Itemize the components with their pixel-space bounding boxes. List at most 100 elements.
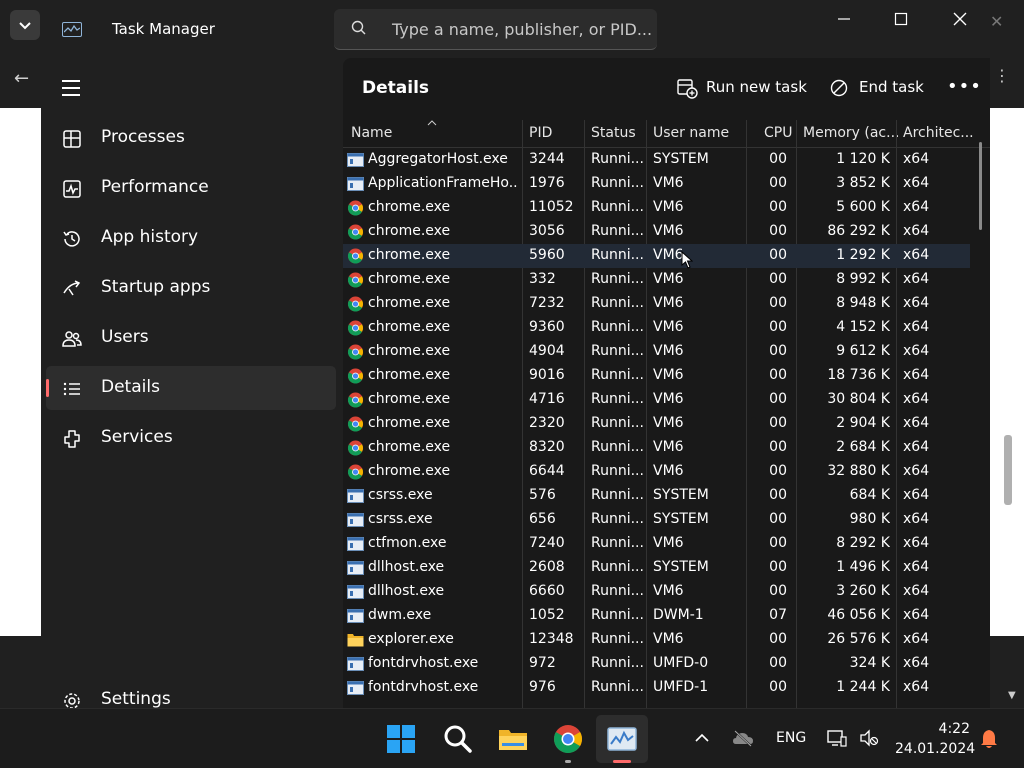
table-row[interactable]: chrome.exe 7232 Runni... VM6 00 8 948 K x64 [343, 292, 970, 316]
table-scrollbar[interactable] [979, 142, 982, 230]
table-row[interactable]: ctfmon.exe 7240 Runni... VM6 00 8 292 K x64 [343, 532, 970, 556]
column-header-user-name[interactable]: User name [653, 125, 729, 141]
end-task-button[interactable]: End task [829, 76, 924, 102]
search-taskbar-icon[interactable] [442, 723, 474, 755]
sidebar-item-performance[interactable]: Performance [46, 166, 336, 210]
title-bar: Task Manager Type a name, publisher, or … [41, 0, 990, 58]
task-manager-taskbar-icon[interactable] [606, 723, 638, 755]
table-row[interactable]: fontdrvhost.exe 972 Runni... UMFD-0 00 324 K x… [343, 652, 970, 676]
scroll-down-icon[interactable]: ▼ [1008, 690, 1016, 701]
column-header-pid[interactable]: PID [529, 125, 552, 141]
network-icon[interactable] [827, 728, 847, 748]
cell-status: Runni... [591, 415, 643, 431]
cell-cpu: 00 [769, 511, 787, 527]
language-indicator[interactable]: ENG [776, 730, 806, 746]
notification-bell-icon[interactable] [979, 728, 999, 750]
chrome-icon [347, 224, 363, 240]
cell-arch: x64 [903, 367, 930, 383]
chevron-down-icon[interactable] [10, 10, 40, 40]
sidebar-item-app-history[interactable]: App history [46, 216, 336, 260]
sidebar-item-users[interactable]: Users [46, 316, 336, 360]
chrome-taskbar-icon[interactable] [552, 723, 584, 755]
sidebar-item-processes[interactable]: Processes [46, 116, 336, 160]
cell-status: Runni... [591, 511, 643, 527]
cell-arch: x64 [903, 487, 930, 503]
maximize-button[interactable] [878, 8, 924, 32]
more-vertical-icon[interactable]: ⋮ [994, 66, 1010, 85]
table-row[interactable]: fontdrvhost.exe 976 Runni... UMFD-1 00 1 244 … [343, 676, 970, 700]
column-header-memory[interactable]: Memory (ac... [803, 125, 899, 141]
table-row[interactable]: explorer.exe 12348 Runni... VM6 00 26 576 K x6… [343, 628, 970, 652]
minimize-button[interactable] [821, 8, 867, 32]
column-header-cpu[interactable]: CPU [764, 125, 792, 141]
table-row[interactable]: ApplicationFrameHo... 1976 Runni... VM6 00 3 … [343, 172, 970, 196]
back-arrow-icon[interactable]: ← [14, 68, 29, 89]
close-icon[interactable]: ✕ [990, 12, 1003, 31]
cell-status: Runni... [591, 343, 643, 359]
column-header-architecture[interactable]: Architec... [903, 125, 974, 141]
file-explorer-icon[interactable] [497, 723, 529, 755]
table-row[interactable]: dwm.exe 1052 Runni... DWM-1 07 46 056 K x64 [343, 604, 970, 628]
cell-mem: 18 736 K [827, 367, 890, 383]
cell-mem: 2 904 K [836, 415, 890, 431]
column-header-status[interactable]: Status [591, 125, 636, 141]
table-row[interactable]: dllhost.exe 6660 Runni... VM6 00 3 260 K x64 [343, 580, 970, 604]
cell-arch: x64 [903, 247, 930, 263]
cell-pid: 3056 [529, 223, 565, 239]
table-row[interactable]: chrome.exe 9016 Runni... VM6 00 18 736 K x64 [343, 364, 970, 388]
table-row[interactable]: csrss.exe 656 Runni... SYSTEM 00 980 K x64 [343, 508, 970, 532]
app-history-icon [63, 231, 80, 247]
more-options-button[interactable]: ••• [947, 76, 982, 97]
volume-muted-icon[interactable] [859, 728, 879, 748]
cell-cpu: 00 [769, 223, 787, 239]
close-button[interactable] [937, 8, 983, 32]
table-row[interactable]: chrome.exe 9360 Runni... VM6 00 4 152 K x64 [343, 316, 970, 340]
sort-ascending-icon [427, 120, 437, 126]
table-row[interactable]: chrome.exe 11052 Runni... VM6 00 5 600 K x64 [343, 196, 970, 220]
cell-user: VM6 [653, 439, 684, 455]
cell-user: SYSTEM [653, 559, 709, 575]
executable-icon [347, 513, 364, 527]
cell-status: Runni... [591, 271, 643, 287]
cell-arch: x64 [903, 415, 930, 431]
clock[interactable]: 4:22 24.01.2024 [895, 719, 975, 759]
table-row[interactable]: chrome.exe 3056 Runni... VM6 00 86 292 K x64 [343, 220, 970, 244]
executable-icon [347, 177, 364, 191]
cell-user: SYSTEM [653, 151, 709, 167]
table-row[interactable]: chrome.exe 6644 Runni... VM6 00 32 880 K x64 [343, 460, 970, 484]
cell-mem: 86 292 K [827, 223, 890, 239]
table-row[interactable]: chrome.exe 4716 Runni... VM6 00 30 804 K x64 [343, 388, 970, 412]
cell-arch: x64 [903, 463, 930, 479]
cell-user: VM6 [653, 175, 684, 191]
search-input[interactable]: Type a name, publisher, or PID... [334, 9, 657, 50]
run-new-task-icon [677, 79, 698, 99]
table-row[interactable]: AggregatorHost.exe 3244 Runni... SYSTEM 00 1 … [343, 148, 970, 172]
table-row[interactable]: dllhost.exe 2608 Runni... SYSTEM 00 1 496 K x6… [343, 556, 970, 580]
cell-pid: 12348 [529, 631, 574, 647]
users-icon [62, 331, 82, 347]
chevron-up-icon[interactable] [694, 732, 710, 744]
start-windows-icon[interactable] [385, 723, 417, 755]
table-row[interactable]: csrss.exe 576 Runni... SYSTEM 00 684 K x64 [343, 484, 970, 508]
active-app-indicator [613, 760, 631, 763]
table-row[interactable]: chrome.exe 5960 Runni... VM6 00 1 292 K x64 [343, 244, 970, 268]
cell-mem: 26 576 K [827, 631, 890, 647]
table-row[interactable]: chrome.exe 8320 Runni... VM6 00 2 684 K x64 [343, 436, 970, 460]
column-header-name[interactable]: Name [351, 125, 392, 141]
scrollbar-thumb[interactable] [1004, 435, 1012, 505]
sidebar-item-services[interactable]: Services [46, 416, 336, 460]
hamburger-menu-icon[interactable] [62, 80, 80, 101]
run-new-task-button[interactable]: Run new task [676, 76, 807, 102]
mouse-cursor-icon [681, 251, 693, 269]
table-row[interactable]: chrome.exe 332 Runni... VM6 00 8 992 K x64 [343, 268, 970, 292]
sidebar-item-details[interactable]: Details [46, 366, 336, 410]
table-row[interactable]: chrome.exe 2320 Runni... VM6 00 2 904 K x64 [343, 412, 970, 436]
sidebar-item-startup-apps[interactable]: Startup apps [46, 266, 336, 310]
table-row[interactable]: chrome.exe 4904 Runni... VM6 00 9 612 K x64 [343, 340, 970, 364]
cell-pid: 8320 [529, 439, 565, 455]
cell-name: chrome.exe [368, 271, 451, 287]
performance-icon [63, 180, 81, 198]
onedrive-offline-icon[interactable] [732, 729, 754, 747]
cell-name: chrome.exe [368, 319, 451, 335]
cell-status: Runni... [591, 607, 643, 623]
